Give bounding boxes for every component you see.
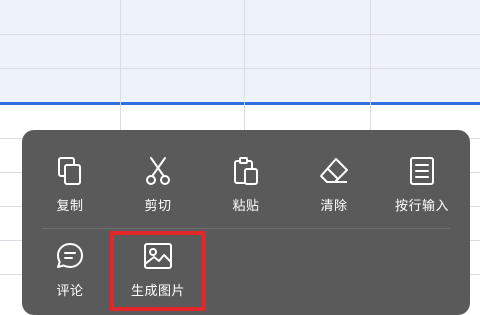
paste-button[interactable]: 粘贴	[206, 155, 286, 225]
highlight-box	[110, 231, 206, 311]
paste-label: 粘贴	[232, 199, 260, 214]
selection-border	[0, 102, 480, 105]
comment-label: 评论	[56, 284, 84, 299]
cut-label: 剪切	[144, 199, 172, 214]
clipboard-icon	[230, 155, 262, 187]
cut-button[interactable]: 剪切	[118, 155, 198, 225]
row-input-label: 按行输入	[394, 199, 449, 214]
copy-button[interactable]: 复制	[30, 155, 110, 225]
copy-icon	[54, 155, 86, 187]
menu-divider	[42, 228, 450, 229]
selected-cell-range[interactable]	[0, 0, 480, 103]
row-input-button[interactable]: 按行输入	[382, 155, 462, 225]
row-input-icon	[406, 155, 438, 187]
eraser-icon	[318, 155, 350, 187]
row-gridline	[0, 34, 480, 35]
context-menu: 复制 剪切 粘贴 清除 按行输入 评论 生成图片	[22, 130, 470, 315]
copy-label: 复制	[56, 199, 84, 214]
clear-button[interactable]: 清除	[294, 155, 374, 225]
comment-icon	[54, 240, 86, 272]
row-gridline	[0, 68, 480, 69]
scissors-icon	[142, 155, 174, 187]
clear-label: 清除	[320, 199, 348, 214]
